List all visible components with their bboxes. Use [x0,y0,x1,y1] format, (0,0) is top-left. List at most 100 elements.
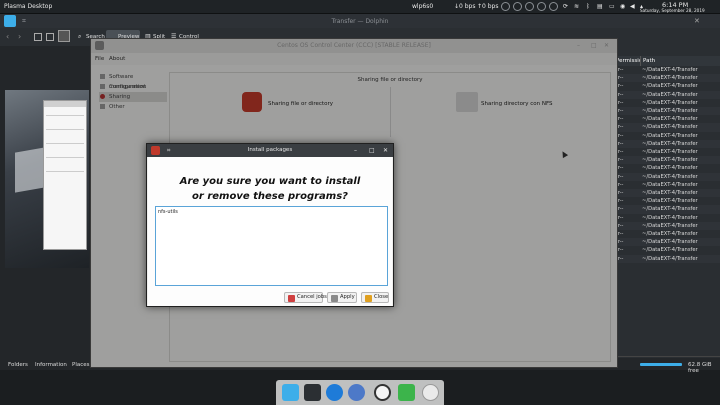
browser-icon[interactable] [326,384,343,401]
question-line-2: or remove these programs? [192,191,348,202]
clipboard-icon[interactable]: ▤ [597,3,603,10]
table-row[interactable]: -r-- ~/DataEXT-4/Transfer [614,181,720,189]
cpu-indicator-icon[interactable] [501,2,510,11]
clock-icon[interactable] [422,384,439,401]
pin-icon[interactable]: ⌗ [22,17,26,26]
dolphin-titlebar: Transfer — Dolphin ⌗ ✕ [0,14,720,28]
preview-thumbnail [5,90,89,268]
dialog-titlebar: ⌗ Install packages – □ ✕ [147,144,393,157]
path-cell: ~/DataEXT-4/Transfer [642,173,698,180]
network-name: wlp6s0 [412,3,434,10]
apply-button[interactable]: Apply [327,292,357,303]
package-list[interactable]: nfs-utils [155,206,388,286]
panel-title[interactable]: Plasma Desktop [4,3,52,10]
details-view-icon[interactable] [58,30,70,42]
close-label: Close [374,294,389,300]
path-cell: ~/DataEXT-4/Transfer [642,157,698,164]
table-row[interactable]: -r-- ~/DataEXT-4/Transfer [614,164,720,172]
cancel-jobs-button[interactable]: Cancel jobs [284,292,327,303]
path-cell: ~/DataEXT-4/Transfer [642,247,698,254]
close-window-icon[interactable]: ✕ [694,17,700,25]
table-row[interactable]: -r-- ~/DataEXT-4/Transfer [614,230,720,238]
table-row[interactable]: -r-- ~/DataEXT-4/Transfer [614,214,720,222]
cancel-icon [288,294,295,302]
volume-icon[interactable]: ◀ [630,3,635,10]
table-row[interactable]: -r-- ~/DataEXT-4/Transfer [614,66,720,74]
table-row[interactable]: -r-- ~/DataEXT-4/Transfer [614,156,720,165]
path-cell: ~/DataEXT-4/Transfer [642,231,698,237]
close-icon[interactable]: ✕ [383,144,388,157]
file-list: Permissions Path -r-- ~/DataEXT-4/Transfe… [614,56,720,357]
table-row[interactable]: -r-- ~/DataEXT-4/Transfer [614,107,720,116]
tab-information[interactable]: Information [35,362,67,368]
question-line-1: Are you sure you want to install [179,176,361,187]
path-cell: ~/DataEXT-4/Transfer [642,132,698,139]
path-cell: ~/DataEXT-4/Transfer [642,116,698,123]
compact-view-icon[interactable] [46,33,54,41]
search-icon[interactable]: ⌕ [78,33,81,41]
table-row[interactable]: -r-- ~/DataEXT-4/Transfer [614,90,720,99]
path-cell: ~/DataEXT-4/Transfer [642,165,698,172]
bluetooth-icon[interactable]: ᛒ [586,3,590,10]
dialog-body: Are you sure you want to install or remo… [148,157,392,306]
forward-icon[interactable]: › [18,32,21,41]
clock-date[interactable]: Saturday, September 28, 2019 [640,8,705,13]
tab-places[interactable]: Places [72,362,90,368]
path-cell: ~/DataEXT-4/Transfer [642,75,698,82]
swap-indicator-icon[interactable] [525,2,534,11]
terminal-icon[interactable] [304,384,321,401]
install-packages-dialog: ⌗ Install packages – □ ✕ Are you sure yo… [146,143,394,307]
load-indicator-icon[interactable] [537,2,546,11]
path-cell: ~/DataEXT-4/Transfer [642,108,698,114]
table-row[interactable]: -r-- ~/DataEXT-4/Transfer [614,123,720,132]
table-row[interactable]: -r-- ~/DataEXT-4/Transfer [614,197,720,205]
table-row[interactable]: -r-- ~/DataEXT-4/Transfer [614,189,720,198]
table-row[interactable]: -r-- ~/DataEXT-4/Transfer [614,205,720,214]
path-cell: ~/DataEXT-4/Transfer [642,124,698,131]
home-folder-icon[interactable] [282,384,299,401]
tab-folders[interactable]: Folders [8,362,28,368]
table-row[interactable]: -r-- ~/DataEXT-4/Transfer [614,254,720,263]
back-icon[interactable]: ‹ [6,32,9,41]
list-item[interactable]: nfs-utils [158,209,385,215]
monitor-icon[interactable] [398,384,415,401]
close-button[interactable]: Close [361,292,389,303]
wifi-icon[interactable]: ≋ [574,3,579,10]
icons-view-icon[interactable] [34,33,42,41]
path-cell: ~/DataEXT-4/Transfer [642,190,698,196]
path-column-header[interactable]: Path [640,56,720,66]
disk-indicator-icon[interactable] [549,2,558,11]
notifications-icon[interactable]: ◉ [620,3,625,10]
table-row[interactable]: -r-- ~/DataEXT-4/Transfer [614,246,720,254]
table-row[interactable]: -r-- ~/DataEXT-4/Transfer [614,74,720,83]
path-cell: ~/DataEXT-4/Transfer [642,255,698,262]
dolphin-window-title: Transfer — Dolphin [331,18,389,25]
table-row[interactable]: -r-- ~/DataEXT-4/Transfer [614,148,720,156]
top-panel: Plasma Desktop wlp6s0 ↓ 0 bps ↑ 0 bps ⟳ … [0,0,720,14]
path-cell: ~/DataEXT-4/Transfer [642,67,698,73]
table-row[interactable]: -r-- ~/DataEXT-4/Transfer [614,172,720,181]
memory-indicator-icon[interactable] [513,2,522,11]
table-row[interactable]: -r-- ~/DataEXT-4/Transfer [614,221,720,230]
apply-icon [331,294,338,302]
path-cell: ~/DataEXT-4/Transfer [642,83,698,90]
apply-label: Apply [340,294,355,300]
system-settings-icon[interactable] [348,384,365,401]
updates-icon[interactable]: ⟳ [563,3,568,10]
table-row[interactable]: -r-- ~/DataEXT-4/Transfer [614,139,720,148]
table-row[interactable]: -r-- ~/DataEXT-4/Transfer [614,132,720,140]
preview-window-thumbnail [43,100,87,250]
table-row[interactable]: -r-- ~/DataEXT-4/Transfer [614,99,720,107]
path-cell: ~/DataEXT-4/Transfer [642,239,698,246]
minimize-icon[interactable]: – [354,144,357,157]
home-icon[interactable] [4,15,16,27]
table-row[interactable]: -r-- ~/DataEXT-4/Transfer [614,238,720,247]
close-icon [365,294,372,302]
battery-icon[interactable]: ▭ [609,3,615,10]
maximize-icon[interactable]: □ [369,144,375,157]
path-cell: ~/DataEXT-4/Transfer [642,99,698,106]
table-row[interactable]: -r-- ~/DataEXT-4/Transfer [614,115,720,123]
net-down: 0 bps [459,3,476,10]
control-center-icon[interactable] [374,384,391,401]
table-row[interactable]: -r-- ~/DataEXT-4/Transfer [614,82,720,90]
